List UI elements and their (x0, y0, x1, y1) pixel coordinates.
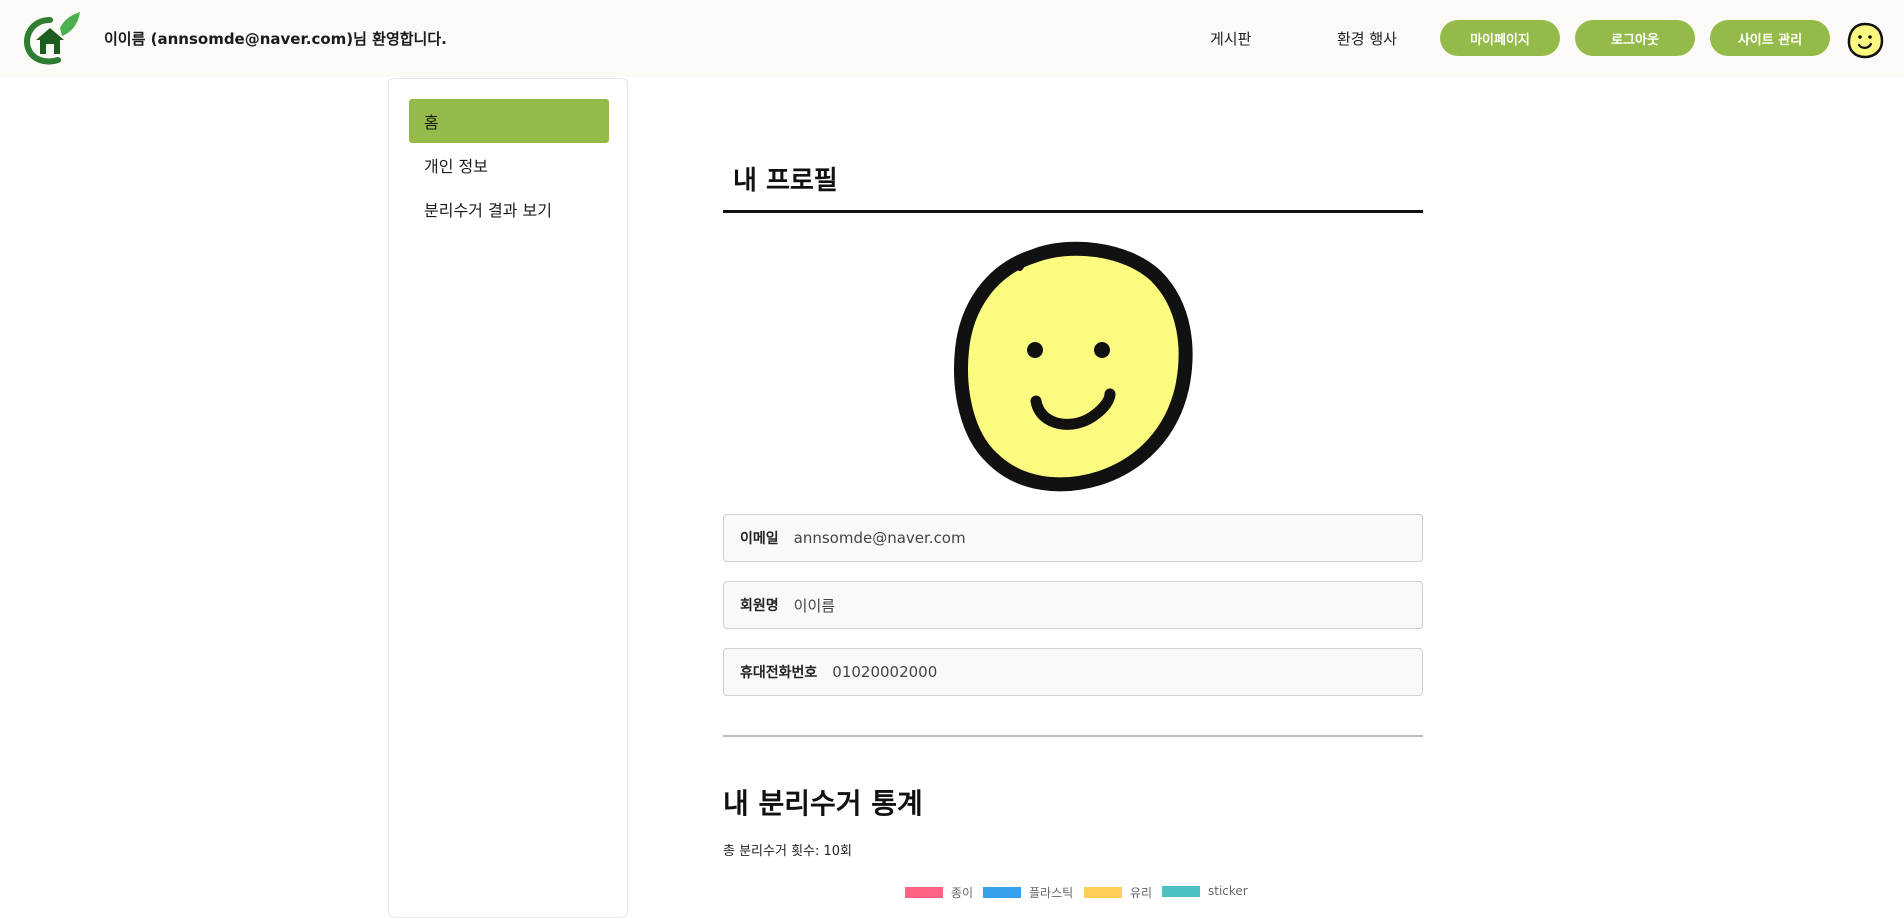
legend-item-sticker[interactable]: sticker (1162, 884, 1248, 898)
email-value: annsomde@naver.com (793, 529, 966, 547)
smiley-face-icon (954, 241, 1193, 492)
sidebar-item-label: 분리수거 결과 보기 (424, 201, 552, 220)
user-avatar-icon[interactable] (1845, 20, 1885, 60)
welcome-message: 이이름 (annsomde@naver.com)님 환영합니다. (104, 30, 447, 48)
member-name-field: 회원명 이이름 (723, 581, 1423, 629)
stats-total-count: 총 분리수거 횟수: 10회 (723, 844, 852, 859)
legend-swatch (1162, 885, 1200, 897)
email-field: 이메일 annsomde@naver.com (723, 514, 1423, 562)
email-label: 이메일 (740, 531, 779, 547)
legend-label: 종이 (951, 886, 974, 900)
nav-board-link[interactable]: 게시판 (1210, 28, 1251, 49)
home-leaf-logo[interactable] (20, 10, 80, 66)
mypage-button[interactable]: 마이페이지 (1440, 20, 1560, 56)
legend-label: 플라스틱 (1029, 886, 1074, 900)
sidebar-item-label: 홈 (424, 113, 439, 132)
phone-field: 휴대전화번호 01020002000 (723, 648, 1423, 696)
legend-label: 유리 (1130, 886, 1153, 900)
site-admin-button[interactable]: 사이트 관리 (1710, 20, 1830, 56)
legend-item-plastic[interactable]: 플라스틱 (983, 884, 1073, 901)
stats-title: 내 분리수거 통계 (723, 787, 923, 820)
legend-label: sticker (1208, 884, 1248, 898)
profile-title: 내 프로필 (733, 166, 838, 196)
legend-item-glass[interactable]: 유리 (1084, 884, 1152, 901)
phone-label: 휴대전화번호 (740, 665, 818, 681)
logout-button[interactable]: 로그아웃 (1575, 20, 1695, 56)
nav-eco-event-link[interactable]: 환경 행사 (1337, 28, 1397, 49)
member-name-label: 회원명 (740, 598, 779, 614)
sidebar-item-home[interactable]: 홈 (409, 99, 609, 143)
title-divider (723, 210, 1423, 213)
sidebar: 홈 개인 정보 분리수거 결과 보기 (388, 78, 628, 918)
legend-swatch (905, 887, 943, 898)
sidebar-item-label: 개인 정보 (424, 157, 488, 176)
legend-swatch (983, 887, 1021, 898)
phone-value: 01020002000 (832, 663, 938, 681)
section-divider (723, 735, 1423, 737)
legend-item-paper[interactable]: 종이 (905, 884, 973, 901)
chart-legend: 종이 플라스틱 유리 sticker (0, 884, 1904, 914)
top-header: 이이름 (annsomde@naver.com)님 환영합니다. 게시판 환경 … (0, 0, 1904, 77)
sidebar-item-personal-info[interactable]: 개인 정보 (409, 143, 609, 187)
member-name-value: 이이름 (793, 596, 836, 615)
sidebar-item-recycling-results[interactable]: 분리수거 결과 보기 (409, 187, 609, 231)
legend-swatch (1084, 887, 1122, 898)
